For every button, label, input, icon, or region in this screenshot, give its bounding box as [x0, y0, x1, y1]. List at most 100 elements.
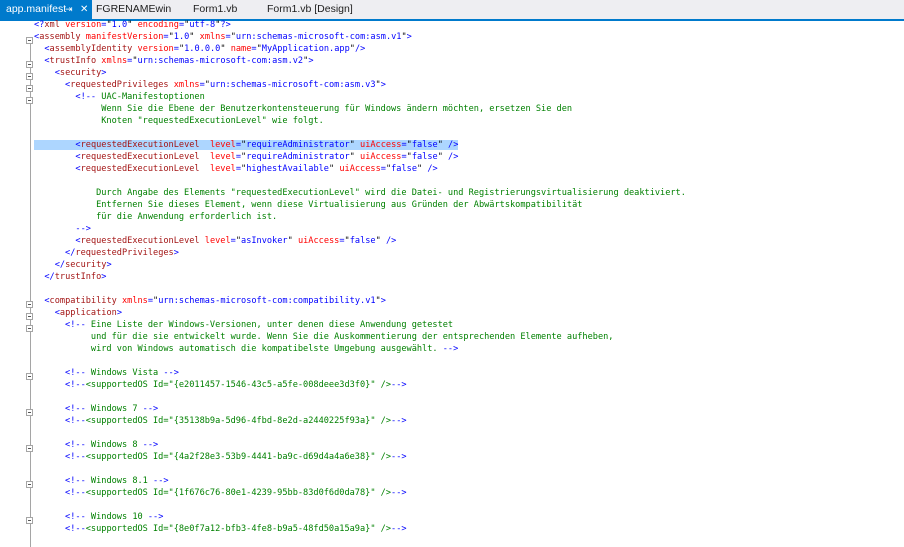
tab-fgrenamewin[interactable]: FGRENAMEwin — [96, 0, 171, 19]
code-token: level — [199, 140, 236, 150]
code-line[interactable]: <security> — [34, 67, 107, 79]
code-token: manifestVersion — [80, 32, 164, 42]
collapse-icon[interactable] — [26, 37, 33, 44]
code-token: </ — [54, 260, 66, 270]
code-token: security — [65, 260, 107, 270]
code-token: xmlns — [116, 296, 148, 306]
code-line[interactable]: <!--<supportedOS Id="{4a2f28e3-53b9-4441… — [34, 451, 407, 463]
collapse-icon[interactable] — [26, 97, 33, 104]
code-token: <supportedOS Id="{8e0f7a12-bfb3-4fe8-b9a… — [85, 524, 392, 534]
outline-guide — [30, 41, 31, 547]
code-line[interactable]: <!-- Windows Vista --> — [34, 367, 179, 379]
code-token: > — [116, 308, 122, 318]
code-line[interactable]: <!-- Windows 8.1 --> — [34, 475, 169, 487]
code-line[interactable]: <!-- Windows 8 --> — [34, 439, 158, 451]
code-line[interactable]: <requestedPrivileges xmlns="urn:schemas-… — [34, 79, 386, 91]
code-line[interactable]: <!--<supportedOS Id="{1f676c76-80e1-4239… — [34, 487, 407, 499]
collapse-icon[interactable] — [26, 325, 33, 332]
code-token: Windows 10 — [85, 512, 148, 522]
code-token: > — [406, 32, 412, 42]
code-line[interactable]: <!-- Windows 10 --> — [34, 511, 163, 523]
tab-form1-vb-design[interactable]: Form1.vb [Design] — [267, 0, 353, 19]
code-line[interactable]: --> — [34, 223, 91, 235]
selected-code-line[interactable]: <requestedExecutionLevel level="requireA… — [34, 139, 459, 151]
code-token: --> — [75, 224, 91, 234]
tab-label: FGRENAMEwin — [96, 3, 172, 15]
code-line[interactable]: Knoten "requestedExecutionLevel" wie fol… — [34, 115, 324, 127]
code-token: Eine Liste der Windows-Versionen, unter … — [85, 320, 454, 330]
pin-icon[interactable]: ⇥ — [65, 0, 73, 19]
code-token: <!-- — [65, 512, 86, 522]
code-token: level — [199, 152, 236, 162]
code-line[interactable]: <!--<supportedOS Id="{8e0f7a12-bfb3-4fe8… — [34, 523, 407, 535]
collapse-icon[interactable] — [26, 481, 33, 488]
code-token: ?> — [220, 20, 231, 30]
code-line[interactable]: <?xml version="1.0" encoding="utf-8"?> — [34, 19, 231, 31]
code-token: uiAccess — [354, 140, 402, 150]
code-line[interactable]: <!-- Eine Liste der Windows-Versionen, u… — [34, 319, 453, 331]
code-line[interactable]: </trustInfo> — [34, 271, 106, 283]
tab-form1-vb[interactable]: Form1.vb — [193, 0, 237, 19]
code-token: utf-8 — [189, 20, 216, 30]
code-line[interactable]: <requestedExecutionLevel level="requireA… — [34, 151, 458, 163]
code-token: <!-- — [65, 380, 86, 390]
code-line[interactable]: <compatibility xmlns="urn:schemas-micros… — [34, 295, 386, 307]
code-line[interactable]: Wenn Sie die Ebene der Benutzerkontenste… — [34, 103, 572, 115]
code-line[interactable]: für die Anwendung erforderlich ist. — [34, 211, 277, 223]
code-line[interactable]: <assemblyIdentity version="1.0.0.0" name… — [34, 43, 365, 55]
code-token: xml — [44, 20, 60, 30]
code-line[interactable]: und für die sie entwickelt wurde. Wenn S… — [34, 331, 614, 343]
code-editor[interactable]: <?xml version="1.0" encoding="utf-8"?> <a… — [0, 19, 904, 547]
code-line[interactable]: wird von Windows automatisch die kompati… — [34, 343, 458, 355]
code-token: uiAccess — [292, 236, 340, 246]
collapse-icon[interactable] — [26, 85, 33, 92]
collapse-icon[interactable] — [26, 61, 33, 68]
code-line[interactable]: Entfernen Sie dieses Element, wenn diese… — [34, 199, 582, 211]
code-token: security — [59, 68, 102, 78]
code-token: requestedPrivileges — [75, 248, 174, 258]
code-line[interactable]: <trustInfo xmlns="urn:schemas-microsoft-… — [34, 55, 313, 67]
code-token: 1.0.0.0 — [184, 44, 221, 54]
code-token: <!-- — [65, 404, 86, 414]
code-token: --> — [142, 440, 159, 450]
code-line[interactable]: <application> — [34, 307, 122, 319]
code-line[interactable]: </security> — [34, 259, 112, 271]
code-line[interactable]: Durch Angabe des Elements "requestedExec… — [34, 187, 686, 199]
close-icon[interactable]: ✕ — [80, 0, 88, 19]
collapse-icon[interactable] — [26, 373, 33, 380]
code-token: > — [380, 296, 386, 306]
code-line[interactable]: <!--<supportedOS Id="{e2011457-1546-43c5… — [34, 379, 407, 391]
collapse-icon[interactable] — [26, 313, 33, 320]
code-token: Windows 8.1 — [85, 476, 154, 486]
code-token: encoding — [132, 20, 179, 30]
code-token: <!-- — [65, 524, 86, 534]
tab-app-manifest[interactable]: app.manifest ⇥ ✕ — [0, 0, 92, 19]
code-line[interactable]: <!-- Windows 7 --> — [34, 403, 158, 415]
code-token: <!-- — [65, 476, 86, 486]
code-line[interactable]: <requestedExecutionLevel level="highestA… — [34, 163, 437, 175]
collapse-icon[interactable] — [26, 409, 33, 416]
code-line[interactable]: </requestedPrivileges> — [34, 247, 179, 259]
collapse-icon[interactable] — [26, 73, 33, 80]
code-token: uiAccess — [334, 164, 381, 174]
code-token: compatibility — [49, 296, 117, 306]
code-line[interactable]: <!--<supportedOS Id="{35138b9a-5d96-4fbd… — [34, 415, 407, 427]
code-token: version — [59, 20, 102, 30]
collapse-icon[interactable] — [26, 445, 33, 452]
code-token: xmlns — [194, 32, 226, 42]
code-token: für die Anwendung erforderlich ist. — [34, 212, 278, 222]
code-line[interactable]: <!-- UAC-Manifestoptionen — [34, 91, 204, 103]
collapse-icon[interactable] — [26, 301, 33, 308]
collapse-icon[interactable] — [26, 517, 33, 524]
selection-highlight: <requestedExecutionLevel level="requireA… — [34, 140, 459, 150]
code-line[interactable]: <requestedExecutionLevel level="asInvoke… — [34, 235, 396, 247]
code-line[interactable]: <assembly manifestVersion="1.0" xmlns="u… — [34, 31, 412, 43]
code-token: urn:schemas-microsoft-com:asm.v3 — [209, 80, 376, 90]
code-token: application — [59, 308, 117, 318]
